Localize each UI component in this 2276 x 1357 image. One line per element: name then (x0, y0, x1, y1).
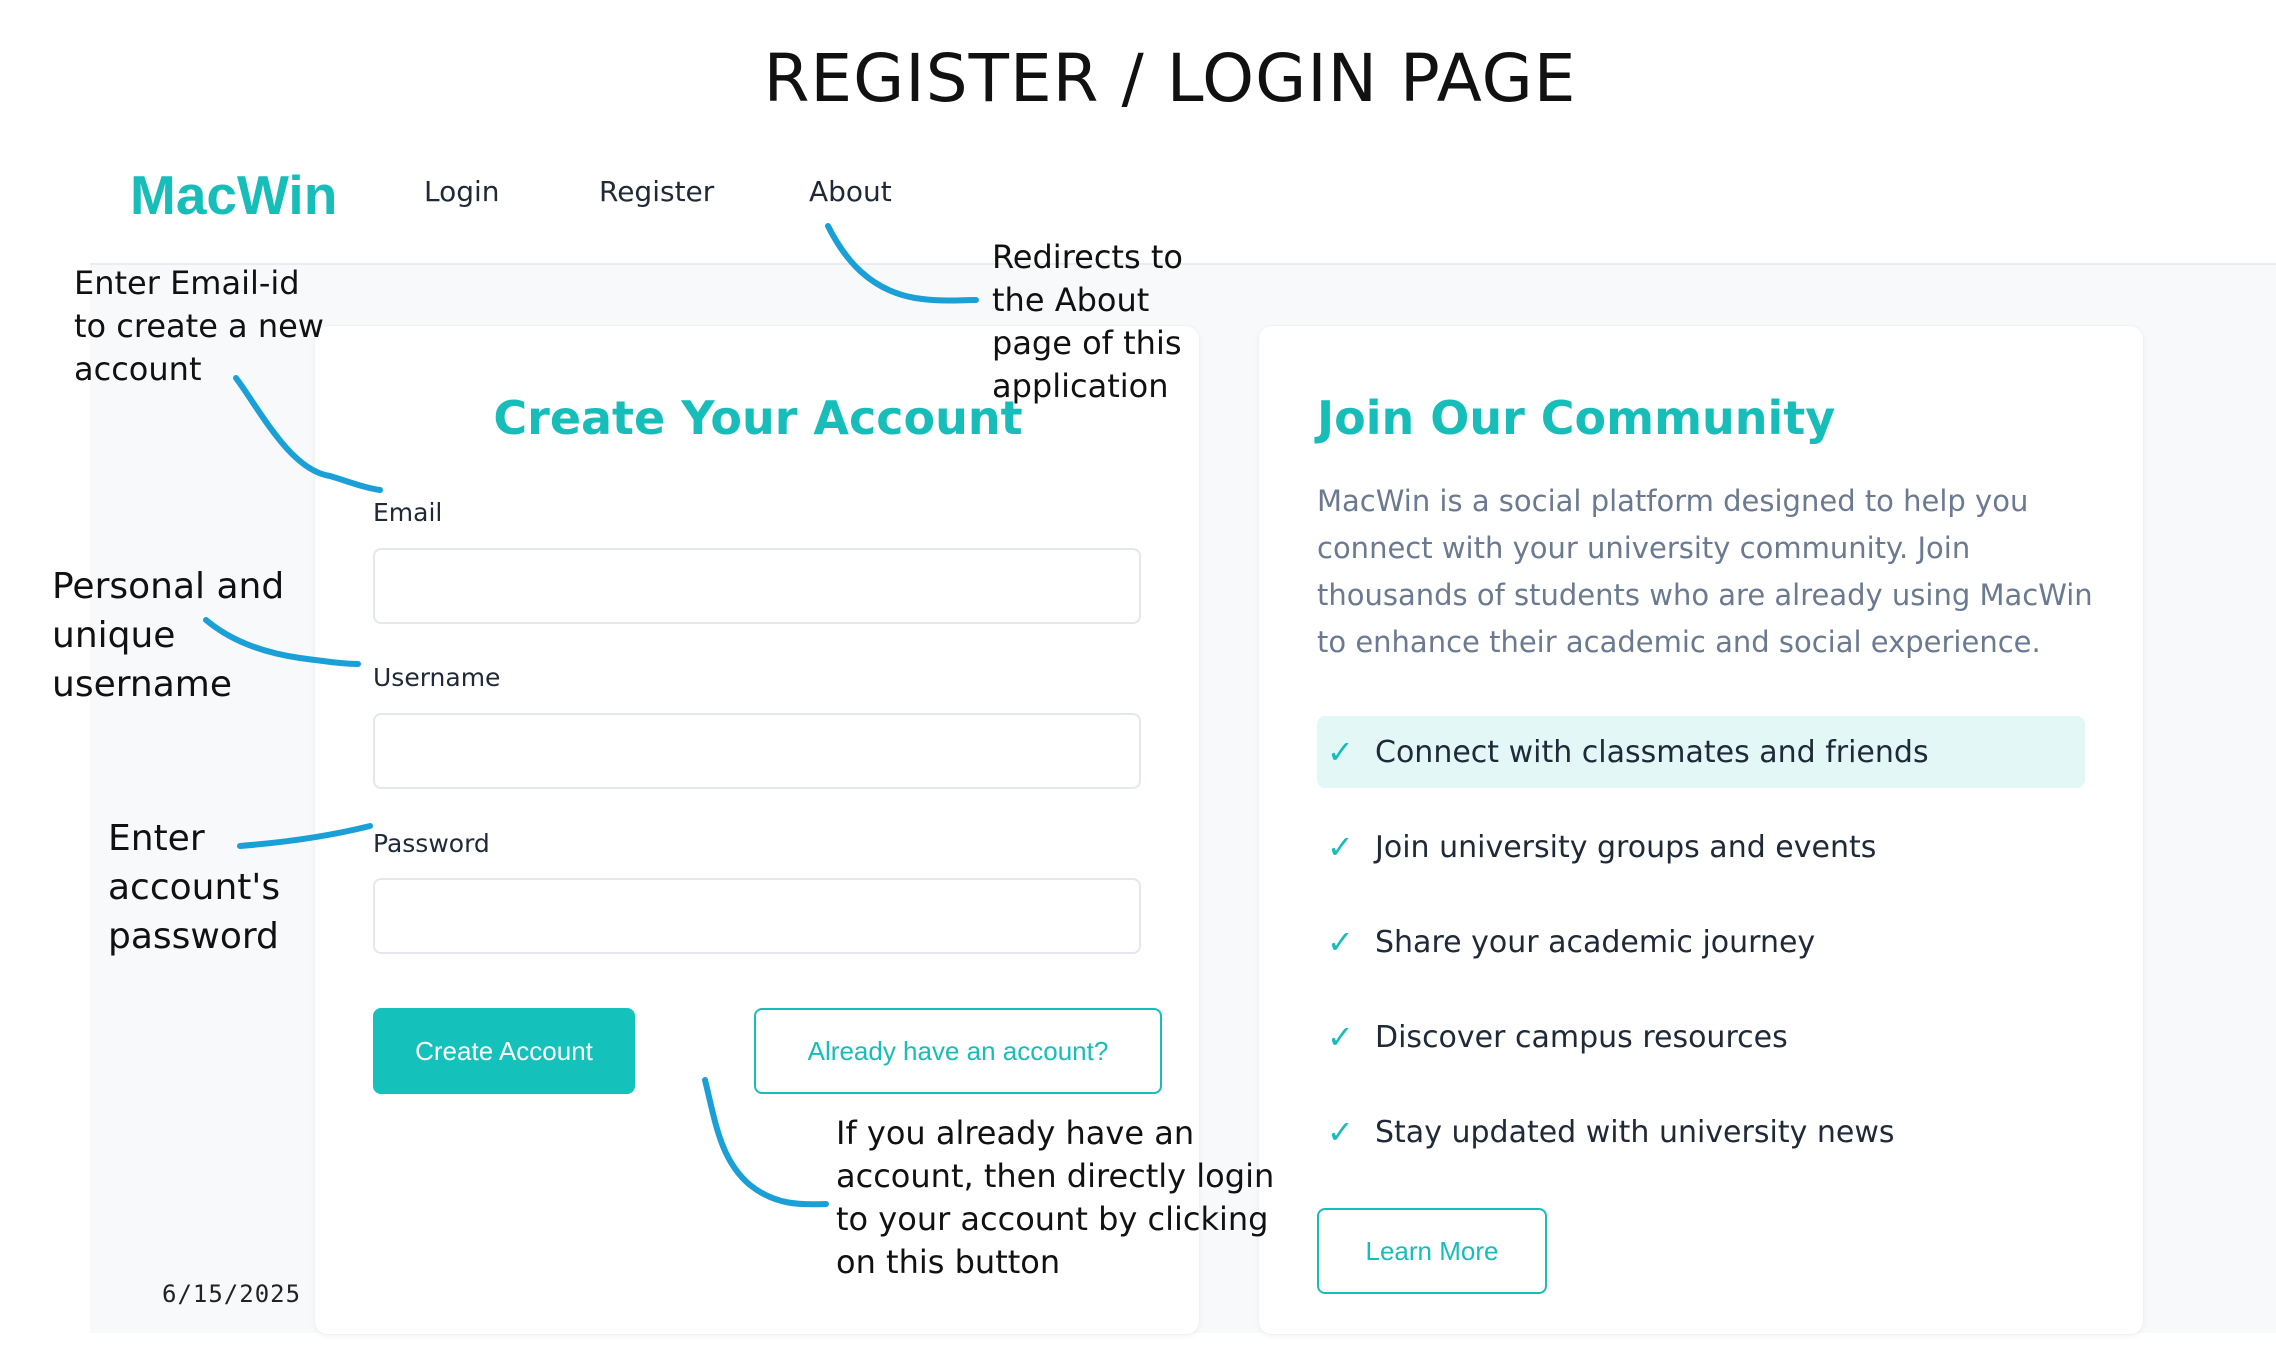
date-stamp: 6/15/2025 (162, 1280, 302, 1308)
check-icon: ✓ (1327, 1113, 1354, 1151)
annotation-email: Enter Email-id to create a new account (74, 264, 324, 388)
email-input[interactable] (373, 548, 1141, 624)
feature-label: Connect with classmates and friends (1375, 734, 1929, 770)
feature-item: ✓ Discover campus resources (1317, 1001, 2085, 1073)
check-icon: ✓ (1327, 1018, 1354, 1056)
feature-label: Share your academic journey (1375, 924, 1816, 960)
check-icon: ✓ (1327, 733, 1354, 771)
feature-label: Stay updated with university news (1375, 1114, 1895, 1150)
slide-title: REGISTER / LOGIN PAGE (763, 40, 1577, 117)
feature-item: ✓ Join university groups and events (1317, 811, 2085, 883)
nav-login[interactable]: Login (424, 175, 500, 208)
email-label: Email (373, 498, 443, 527)
username-input[interactable] (373, 713, 1141, 789)
nav-about[interactable]: About (809, 175, 892, 208)
brand-logo[interactable]: MacWin (130, 163, 337, 227)
feature-item: ✓ Stay updated with university news (1317, 1096, 2085, 1168)
annotation-username: Personal and unique username (52, 566, 285, 705)
feature-item: ✓ Connect with classmates and friends (1317, 716, 2085, 788)
learn-more-button[interactable]: Learn More (1317, 1208, 1547, 1294)
community-description: MacWin is a social platform designed to … (1317, 484, 2093, 659)
community-card: Join Our Community MacWin is a social pl… (1258, 325, 2144, 1335)
feature-label: Discover campus resources (1375, 1019, 1788, 1055)
community-title: Join Our Community (1317, 391, 1836, 445)
already-have-account-button[interactable]: Already have an account? (754, 1008, 1162, 1094)
check-icon: ✓ (1327, 828, 1354, 866)
create-account-button[interactable]: Create Account (373, 1008, 635, 1094)
feature-item: ✓ Share your academic journey (1317, 906, 2085, 978)
feature-label: Join university groups and events (1375, 829, 1877, 865)
check-icon: ✓ (1327, 923, 1354, 961)
annotation-password: Enter account's password (108, 818, 281, 957)
annotation-about: Redirects to the About page of this appl… (992, 238, 1183, 405)
annotation-login: If you already have an account, then dir… (836, 1114, 1275, 1281)
password-label: Password (373, 829, 490, 858)
password-input[interactable] (373, 878, 1141, 954)
username-label: Username (373, 663, 501, 692)
nav-register[interactable]: Register (599, 175, 714, 208)
